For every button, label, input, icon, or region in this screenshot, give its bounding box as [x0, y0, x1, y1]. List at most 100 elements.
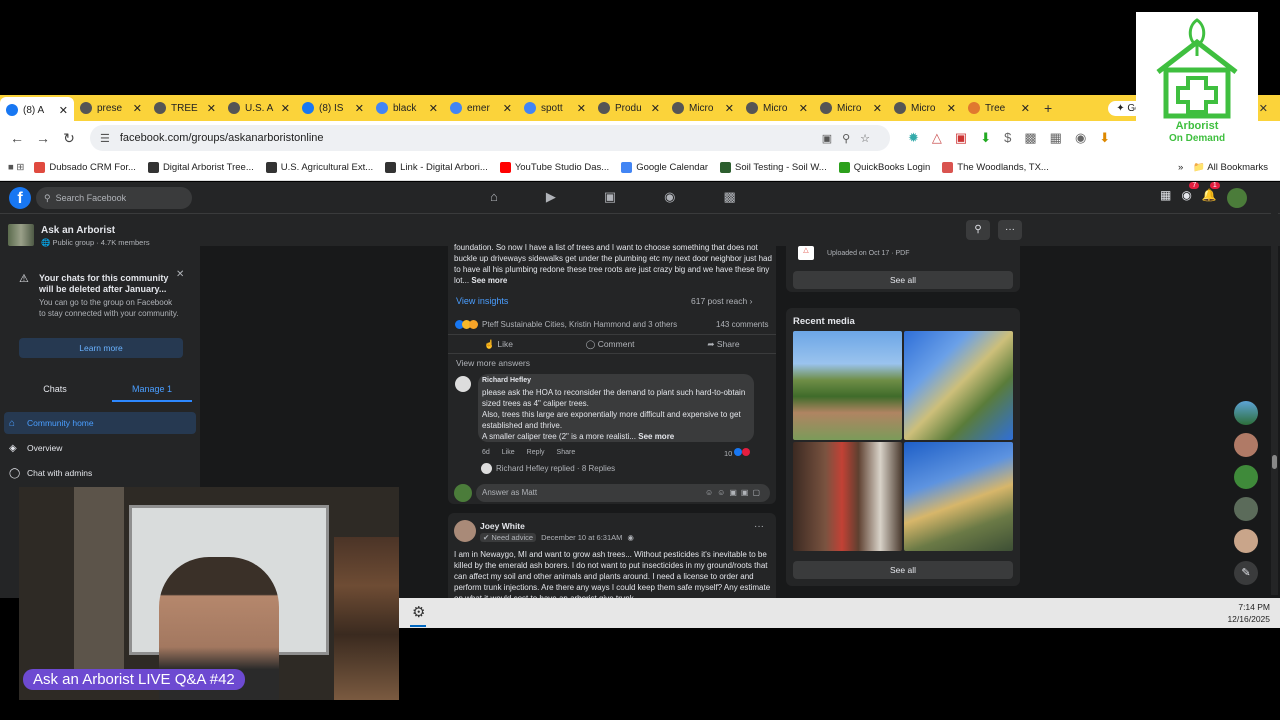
- contact-avatar[interactable]: [1234, 433, 1258, 457]
- close-tab-icon[interactable]: ✕: [873, 102, 882, 115]
- reload-icon[interactable]: ↻: [56, 130, 82, 147]
- sidebar-item-community-home[interactable]: ⌂ Community home: [4, 412, 196, 434]
- browser-tab[interactable]: U.S. A ✕: [222, 97, 296, 119]
- see-more-link[interactable]: See more: [638, 432, 674, 441]
- extension-icon[interactable]: ✹: [908, 130, 919, 146]
- browser-tab[interactable]: emer ✕: [444, 97, 518, 119]
- replies-link[interactable]: Richard Hefley replied · 8 Replies: [496, 464, 615, 473]
- tab-manage[interactable]: Manage 1: [112, 384, 192, 402]
- groups-icon[interactable]: ◉: [664, 189, 675, 205]
- settings-icon[interactable]: ⚙: [412, 603, 425, 621]
- close-tab-icon[interactable]: ✕: [281, 102, 290, 115]
- comment-author[interactable]: Richard Hefley: [482, 377, 531, 384]
- apps-icon[interactable]: ■ ⊞: [8, 162, 24, 173]
- sidebar-item-overview[interactable]: ◈ Overview: [4, 437, 196, 459]
- bookmark-item[interactable]: Soil Testing - Soil W...: [720, 162, 827, 173]
- tab-chats[interactable]: Chats: [20, 384, 90, 394]
- comment-time[interactable]: 6d: [482, 449, 490, 456]
- close-tab-icon[interactable]: ✕: [725, 102, 734, 115]
- composer-icons[interactable]: ☺☺▣▣▢: [705, 484, 764, 502]
- share-button[interactable]: ➦ Share: [707, 339, 739, 350]
- browser-tab[interactable]: (8) A ✕: [0, 97, 74, 123]
- close-tab-icon[interactable]: ✕: [947, 102, 956, 115]
- browser-tab[interactable]: Micro ✕: [666, 97, 740, 119]
- browser-tab[interactable]: black ✕: [370, 97, 444, 119]
- see-all-files-button[interactable]: See all: [793, 271, 1013, 289]
- close-tab-icon[interactable]: ✕: [59, 104, 68, 117]
- back-icon[interactable]: ←: [4, 130, 30, 146]
- site-settings-icon[interactable]: ☰: [100, 132, 110, 145]
- bookmark-item[interactable]: The Woodlands, TX...: [942, 162, 1049, 173]
- contact-avatar[interactable]: [1234, 465, 1258, 489]
- view-more-answers-link[interactable]: View more answers: [456, 358, 530, 368]
- comments-count[interactable]: 143 comments: [716, 320, 768, 329]
- see-all-media-button[interactable]: See all: [793, 561, 1013, 579]
- menu-grid-icon[interactable]: ▦: [1160, 188, 1171, 208]
- close-tab-icon[interactable]: ✕: [355, 102, 364, 115]
- like-button[interactable]: ☝ Like: [484, 339, 513, 350]
- browser-tab[interactable]: Produ ✕: [592, 97, 666, 119]
- omnibox-actions-icon[interactable]: ▣⚲☆: [822, 132, 880, 145]
- account-avatar[interactable]: [1226, 188, 1247, 208]
- contact-avatar[interactable]: [1234, 401, 1258, 425]
- bookmark-item[interactable]: Link - Digital Arbori...: [385, 162, 488, 173]
- browser-tab[interactable]: Micro ✕: [814, 97, 888, 119]
- close-tab-icon[interactable]: ✕: [651, 102, 660, 115]
- home-icon[interactable]: ⌂: [490, 189, 498, 205]
- browser-tab[interactable]: Tree ✕: [962, 97, 1036, 119]
- puzzle-icon[interactable]: ▩: [1024, 130, 1036, 146]
- scrollbar-thumb[interactable]: [1272, 455, 1277, 469]
- profile-icon[interactable]: ◉: [1075, 130, 1086, 146]
- group-search-button[interactable]: ⚲: [966, 220, 990, 240]
- comment-reaction-count[interactable]: 10: [724, 448, 751, 458]
- extension-icon[interactable]: ▣: [955, 130, 967, 146]
- extension-icon[interactable]: △: [932, 130, 942, 146]
- close-tab-icon[interactable]: ✕: [1021, 102, 1030, 115]
- downloads-icon[interactable]: ⬇: [1099, 130, 1110, 146]
- browser-tab[interactable]: (8) IS ✕: [296, 97, 370, 119]
- bookmark-item[interactable]: YouTube Studio Das...: [499, 162, 609, 173]
- group-thumbnail[interactable]: [8, 224, 34, 246]
- close-tab-icon[interactable]: ✕: [503, 102, 512, 115]
- facebook-logo-icon[interactable]: f: [9, 187, 31, 209]
- marketplace-icon[interactable]: ▣: [604, 189, 616, 205]
- video-icon[interactable]: ▶: [546, 189, 556, 205]
- post-menu-icon[interactable]: ···: [754, 521, 764, 532]
- author-avatar[interactable]: [454, 520, 476, 542]
- post-author[interactable]: Joey White: [480, 521, 525, 531]
- comment-like-button[interactable]: Like: [502, 449, 515, 456]
- bookmark-item[interactable]: Dubsado CRM For...: [34, 162, 136, 173]
- close-tab-icon[interactable]: ✕: [577, 102, 586, 115]
- sidebar-item-chat-with-admins[interactable]: ◯ Chat with admins: [4, 462, 196, 484]
- see-more-link[interactable]: See more: [471, 276, 507, 285]
- contact-avatar[interactable]: [1234, 497, 1258, 521]
- comment-share-button[interactable]: Share: [557, 449, 576, 456]
- comment-reply-button[interactable]: Reply: [527, 449, 545, 456]
- bookmark-item[interactable]: U.S. Agricultural Ext...: [265, 162, 373, 173]
- learn-more-button[interactable]: Learn more: [19, 338, 183, 358]
- close-icon[interactable]: ✕: [176, 269, 184, 280]
- close-tab-icon[interactable]: ✕: [133, 102, 142, 115]
- address-bar[interactable]: ☰ facebook.com/groups/askanarboristonlin…: [90, 125, 890, 151]
- messenger-icon[interactable]: ◉ 7: [1181, 182, 1200, 208]
- bookmark-item[interactable]: Google Calendar: [621, 162, 708, 173]
- close-tab-icon[interactable]: ✕: [429, 102, 438, 115]
- media-photo[interactable]: [793, 331, 902, 440]
- extension-icon[interactable]: $: [1004, 130, 1011, 146]
- scrollbar[interactable]: [1271, 190, 1278, 595]
- media-photo[interactable]: [793, 442, 902, 551]
- post-date[interactable]: December 10 at 6:31AM: [541, 533, 622, 542]
- notifications-icon[interactable]: 🔔 1: [1202, 182, 1220, 208]
- browser-tab[interactable]: Micro ✕: [888, 97, 962, 119]
- forward-icon[interactable]: →: [30, 130, 56, 146]
- sidebar-icon[interactable]: ▦: [1050, 130, 1062, 146]
- download-extension-icon[interactable]: ⬇: [980, 130, 991, 146]
- view-insights-link[interactable]: View insights: [456, 296, 508, 306]
- browser-tab[interactable]: spott ✕: [518, 97, 592, 119]
- browser-tab[interactable]: Micro ✕: [740, 97, 814, 119]
- comment-button[interactable]: ◯ Comment: [586, 339, 635, 350]
- browser-tab[interactable]: prese ✕: [74, 97, 148, 119]
- new-message-icon[interactable]: ✎: [1234, 561, 1258, 585]
- answer-input[interactable]: Answer as Matt ☺☺▣▣▢: [476, 484, 770, 502]
- reactions-summary[interactable]: Pteff Sustainable Cities, Kristin Hammon…: [455, 320, 677, 329]
